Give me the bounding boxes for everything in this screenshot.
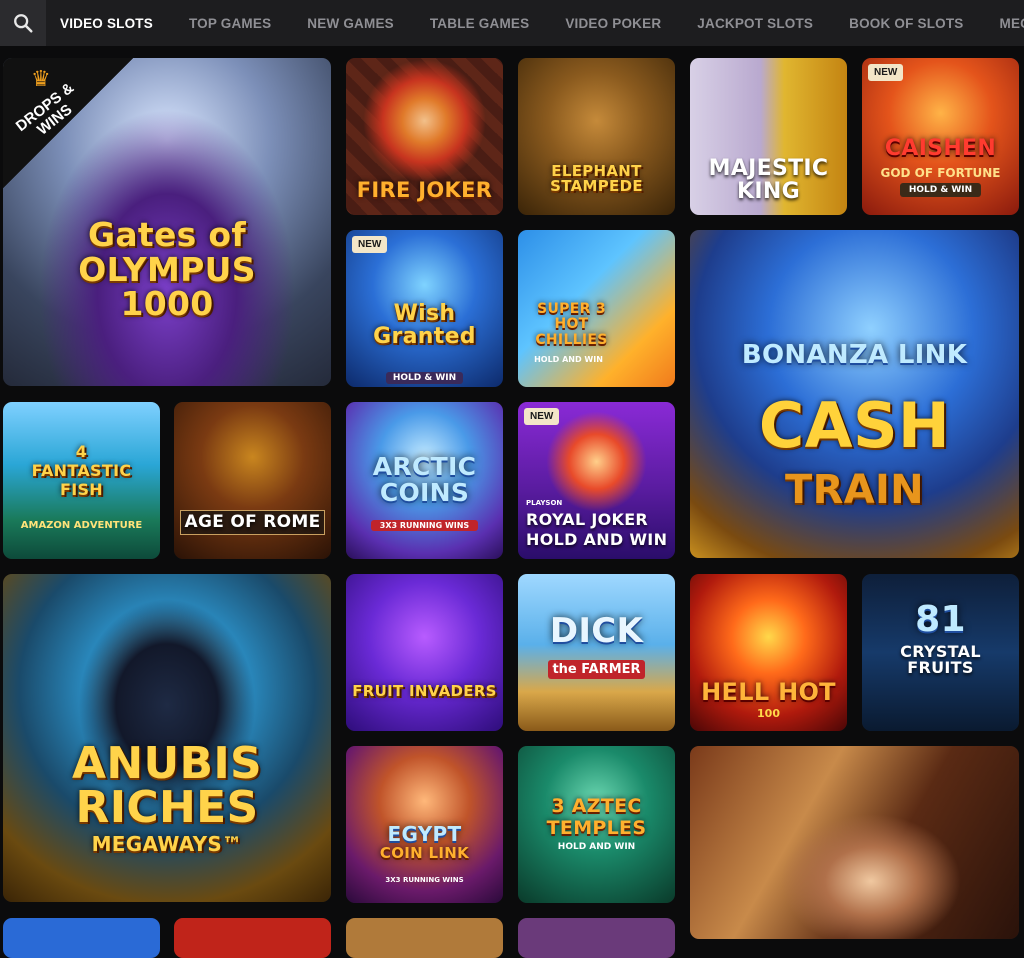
- game-art: [518, 574, 675, 731]
- game-provider: PLAYSON: [526, 499, 563, 507]
- game-tile-partial[interactable]: [174, 918, 331, 958]
- game-title: FIRE JOKER: [356, 178, 493, 202]
- game-title: Wish Granted: [373, 301, 476, 350]
- game-title: HELL HOT: [701, 678, 836, 706]
- game-subtitle: COIN LINK: [379, 844, 470, 862]
- game-subtitle: CRYSTAL FRUITS: [900, 642, 981, 677]
- game-subtitle: RICHES: [75, 782, 259, 833]
- game-tile-3-aztec-temples[interactable]: 3 AZTEC TEMPLES HOLD AND WIN: [518, 746, 675, 903]
- game-tile-gates-of-olympus[interactable]: ♛ DROPS & WINS Gates of OLYMPUS 1000: [3, 58, 331, 386]
- nav-megaways-slots[interactable]: MEGAWAYS SLO: [1000, 16, 1024, 31]
- game-title: Gates of OLYMPUS 1000: [78, 215, 256, 324]
- game-title: 4 FANTASTIC FISH: [31, 442, 132, 500]
- game-tag: 100: [757, 707, 780, 720]
- game-title: ROYAL JOKER: [526, 510, 649, 529]
- new-badge: NEW: [352, 236, 388, 253]
- search-icon: [14, 14, 33, 33]
- game-title: AGE OF ROME: [180, 510, 325, 535]
- nav-video-slots[interactable]: VIDEO SLOTS: [60, 16, 153, 31]
- game-title: 3 AZTEC TEMPLES: [546, 795, 647, 839]
- game-tile-partial[interactable]: [346, 918, 503, 958]
- game-tile-fruit-invaders[interactable]: FRUIT INVADERS: [346, 574, 503, 731]
- game-title: BONANZA LINK: [741, 340, 968, 370]
- game-tile-caishen[interactable]: NEW CAISHEN GOD OF FORTUNE HOLD & WIN: [862, 58, 1019, 215]
- game-title: ARCTIC COINS: [372, 452, 477, 508]
- game-tile-age-of-rome[interactable]: AGE OF ROME: [174, 402, 331, 559]
- game-title: SUPER 3 HOT CHILLIES: [535, 301, 608, 348]
- game-title: FRUIT INVADERS: [352, 682, 497, 700]
- game-tile-arctic-coins[interactable]: ARCTIC COINS 3X3 RUNNING WINS: [346, 402, 503, 559]
- game-subtitle: the FARMER: [548, 660, 645, 679]
- nav-new-games[interactable]: NEW GAMES: [307, 16, 394, 31]
- game-tile-western[interactable]: [690, 746, 1019, 939]
- new-badge: NEW: [868, 64, 904, 81]
- game-tile-partial[interactable]: [3, 918, 160, 958]
- game-subtitle-2: TRAIN: [785, 467, 924, 513]
- search-button[interactable]: [0, 0, 46, 46]
- game-tile-wish-granted[interactable]: NEW Wish Granted HOLD & WIN: [346, 230, 503, 387]
- game-art: [174, 402, 331, 559]
- new-badge: NEW: [524, 408, 560, 425]
- game-tile-super-3-hot-chillies[interactable]: SUPER 3 HOT CHILLIES HOLD AND WIN: [518, 230, 675, 387]
- game-tag: 3X3 RUNNING WINS: [371, 520, 478, 531]
- game-tile-81-crystal-fruits[interactable]: 81 CRYSTAL FRUITS: [862, 574, 1019, 731]
- game-tile-hell-hot-100[interactable]: HELL HOT 100: [690, 574, 847, 731]
- game-tile-royal-joker[interactable]: NEW PLAYSON ROYAL JOKER HOLD AND WIN: [518, 402, 675, 559]
- game-tag: HOLD & WIN: [900, 183, 981, 197]
- game-title: ELEPHANT STAMPEDE: [550, 161, 643, 196]
- game-tile-egypt-coin-link[interactable]: EGYPT COIN LINK 3X3 RUNNING WINS: [346, 746, 503, 903]
- game-title: CAISHEN: [884, 136, 997, 161]
- game-tile-fire-joker[interactable]: FIRE JOKER: [346, 58, 503, 215]
- game-tag: 3X3 RUNNING WINS: [385, 876, 464, 884]
- game-title: MAJESTIC KING: [708, 155, 829, 204]
- game-title: DICK: [549, 611, 644, 651]
- game-subtitle: CASH: [758, 389, 951, 462]
- game-tile-partial[interactable]: [518, 918, 675, 958]
- game-art: [346, 574, 503, 731]
- nav-book-of-slots[interactable]: BOOK OF SLOTS: [849, 16, 963, 31]
- nav-jackpot-slots[interactable]: JACKPOT SLOTS: [697, 16, 813, 31]
- game-tag: HOLD & WIN: [386, 372, 463, 384]
- game-title: 81: [915, 599, 966, 640]
- game-subtitle: AMAZON ADVENTURE: [20, 520, 143, 531]
- nav-video-poker[interactable]: VIDEO POKER: [565, 16, 661, 31]
- crown-icon: ♛: [31, 66, 51, 91]
- game-subtitle: HOLD AND WIN: [526, 530, 668, 549]
- game-tile-anubis-riches[interactable]: ANUBIS RICHES MEGAWAYS™: [3, 574, 331, 902]
- category-nav: VIDEO SLOTS TOP GAMES NEW GAMES TABLE GA…: [0, 0, 1024, 46]
- game-title: ANUBIS: [71, 738, 262, 789]
- nav-top-games[interactable]: TOP GAMES: [189, 16, 271, 31]
- game-tile-4-fantastic-fish[interactable]: 4 FANTASTIC FISH AMAZON ADVENTURE: [3, 402, 160, 559]
- game-tag: HOLD AND WIN: [557, 842, 636, 852]
- game-subtitle: GOD OF FORTUNE: [880, 166, 1001, 180]
- game-tile-bonanza-link-cash-train[interactable]: BONANZA LINK CASH TRAIN: [690, 230, 1019, 558]
- game-tag: HOLD AND WIN: [534, 355, 603, 364]
- game-tile-elephant-stampede[interactable]: ELEPHANT STAMPEDE: [518, 58, 675, 215]
- nav-table-games[interactable]: TABLE GAMES: [430, 16, 529, 31]
- game-title: EGYPT: [387, 822, 462, 846]
- game-tile-majestic-king[interactable]: MAJESTIC KING: [690, 58, 847, 215]
- game-tag: MEGAWAYS™: [91, 832, 243, 856]
- game-tile-dick-the-farmer[interactable]: DICK the FARMER: [518, 574, 675, 731]
